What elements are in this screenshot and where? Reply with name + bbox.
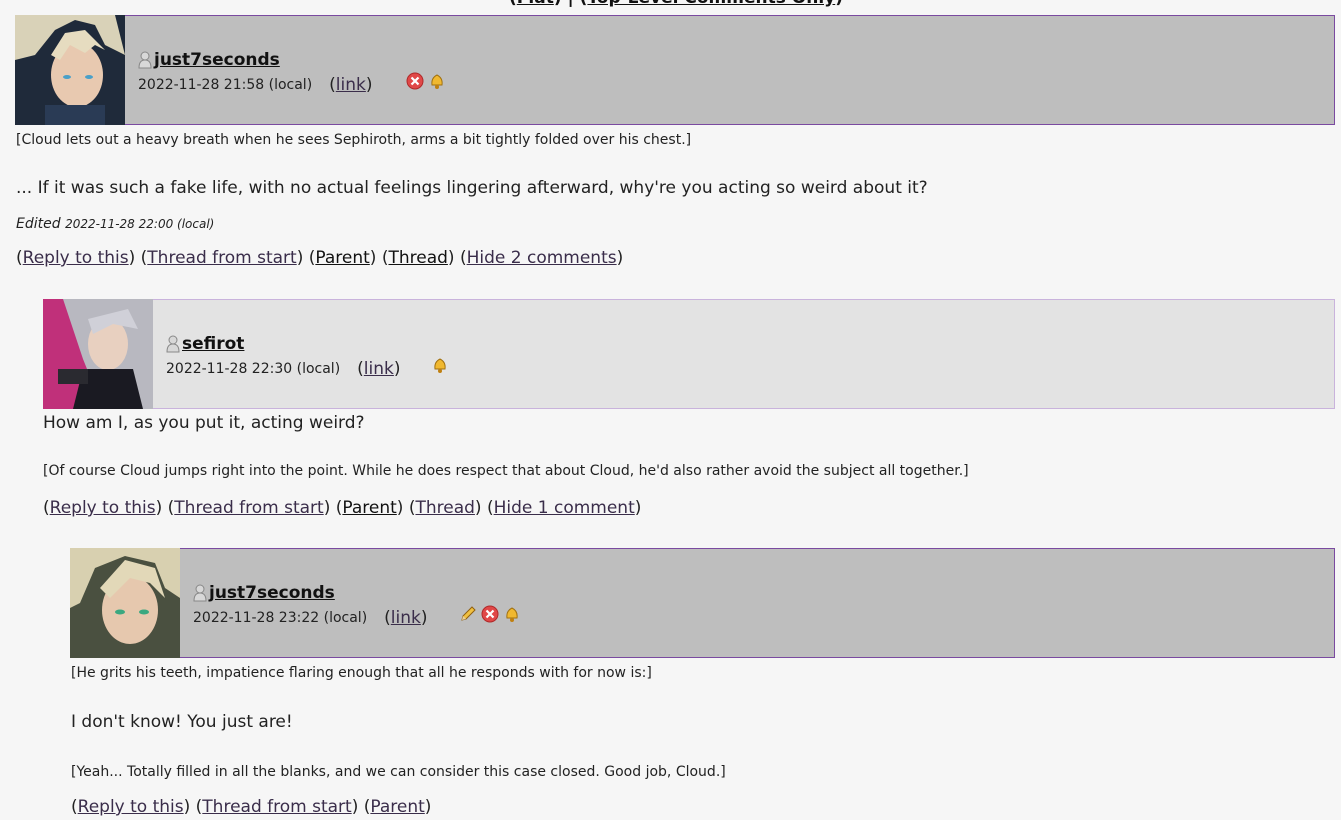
track-icon[interactable]: [431, 356, 449, 374]
avatar[interactable]: [70, 548, 180, 658]
comment-header: just7seconds 2022-11-28 23:22 (local) (l…: [70, 548, 1335, 658]
comment-header: just7seconds 2022-11-28 21:58 (local) (l…: [15, 15, 1335, 125]
username-link[interactable]: sefirot: [182, 334, 244, 354]
nav-paren: ): [835, 0, 843, 8]
thread-link[interactable]: Thread: [415, 498, 474, 518]
parent-link[interactable]: Parent: [370, 797, 424, 817]
hide-comments-link[interactable]: Hide 1 comment: [494, 498, 635, 518]
thread-from-start-link[interactable]: Thread from start: [202, 797, 351, 817]
parent-link[interactable]: Parent: [342, 498, 396, 518]
thread-from-start-link[interactable]: Thread from start: [147, 248, 296, 268]
edit-icon[interactable]: [459, 605, 477, 623]
comment-action-note: [Of course Cloud jumps right into the po…: [43, 463, 969, 479]
flat-view-link[interactable]: Flat: [517, 0, 554, 8]
edited-label: Edited: [16, 216, 61, 232]
user-icon: [193, 584, 207, 602]
top-level-only-link[interactable]: Top-Level Comments Only: [587, 0, 835, 8]
comment-text: ... If it was such a fake life, with no …: [16, 178, 928, 198]
comment-meta: just7seconds 2022-11-28 21:58 (local) (l…: [138, 50, 373, 95]
comment-actions: (Reply to this) (Thread from start) (Par…: [71, 797, 432, 817]
comment-meta: just7seconds 2022-11-28 23:22 (local) (l…: [193, 583, 428, 628]
nav-paren: (: [509, 0, 517, 8]
comment-action-note: [Cloud lets out a heavy breath when he s…: [16, 132, 692, 148]
edited-note: Edited 2022-11-28 22:00 (local): [16, 216, 214, 232]
parent-link[interactable]: Parent: [315, 248, 369, 268]
avatar[interactable]: [15, 15, 125, 125]
track-icon[interactable]: [428, 72, 446, 90]
track-icon[interactable]: [503, 605, 521, 623]
reply-link[interactable]: Reply to this: [50, 498, 156, 518]
comment-text: I don't know! You just are!: [71, 712, 293, 732]
delete-icon[interactable]: [406, 72, 424, 90]
user-icon: [138, 51, 152, 69]
thread-link[interactable]: Thread: [388, 248, 447, 268]
comment-action-note: [Yeah... Totally filled in all the blank…: [71, 764, 726, 780]
reply-link[interactable]: Reply to this: [23, 248, 129, 268]
comment-date: 2022-11-28 22:30 (local): [166, 361, 341, 377]
comment-action-note: [He grits his teeth, impatience flaring …: [71, 665, 652, 681]
thread-from-start-link[interactable]: Thread from start: [174, 498, 323, 518]
permalink[interactable]: link: [391, 608, 421, 628]
nav-sep: ) | (: [554, 0, 588, 8]
hide-comments-link[interactable]: Hide 2 comments: [467, 248, 617, 268]
delete-icon[interactable]: [481, 605, 499, 623]
edited-date: 2022-11-28 22:00 (local): [65, 217, 215, 231]
avatar[interactable]: [43, 299, 153, 409]
comment-actions: (Reply to this) (Thread from start) (Par…: [43, 498, 642, 518]
thread-view-nav: (Flat) | (Top-Level Comments Only): [509, 0, 843, 8]
comment-text: How am I, as you put it, acting weird?: [43, 413, 365, 433]
username-link[interactable]: just7seconds: [154, 50, 280, 70]
permalink[interactable]: link: [364, 359, 394, 379]
user-icon: [166, 335, 180, 353]
comment-date: 2022-11-28 21:58 (local): [138, 77, 313, 93]
username-link[interactable]: just7seconds: [209, 583, 335, 603]
comment-actions: (Reply to this) (Thread from start) (Par…: [16, 248, 624, 268]
permalink[interactable]: link: [336, 75, 366, 95]
comment-meta: sefirot 2022-11-28 22:30 (local) (link): [166, 334, 401, 379]
comment-header: sefirot 2022-11-28 22:30 (local) (link): [43, 299, 1335, 409]
comment-date: 2022-11-28 23:22 (local): [193, 610, 368, 626]
reply-link[interactable]: Reply to this: [78, 797, 184, 817]
